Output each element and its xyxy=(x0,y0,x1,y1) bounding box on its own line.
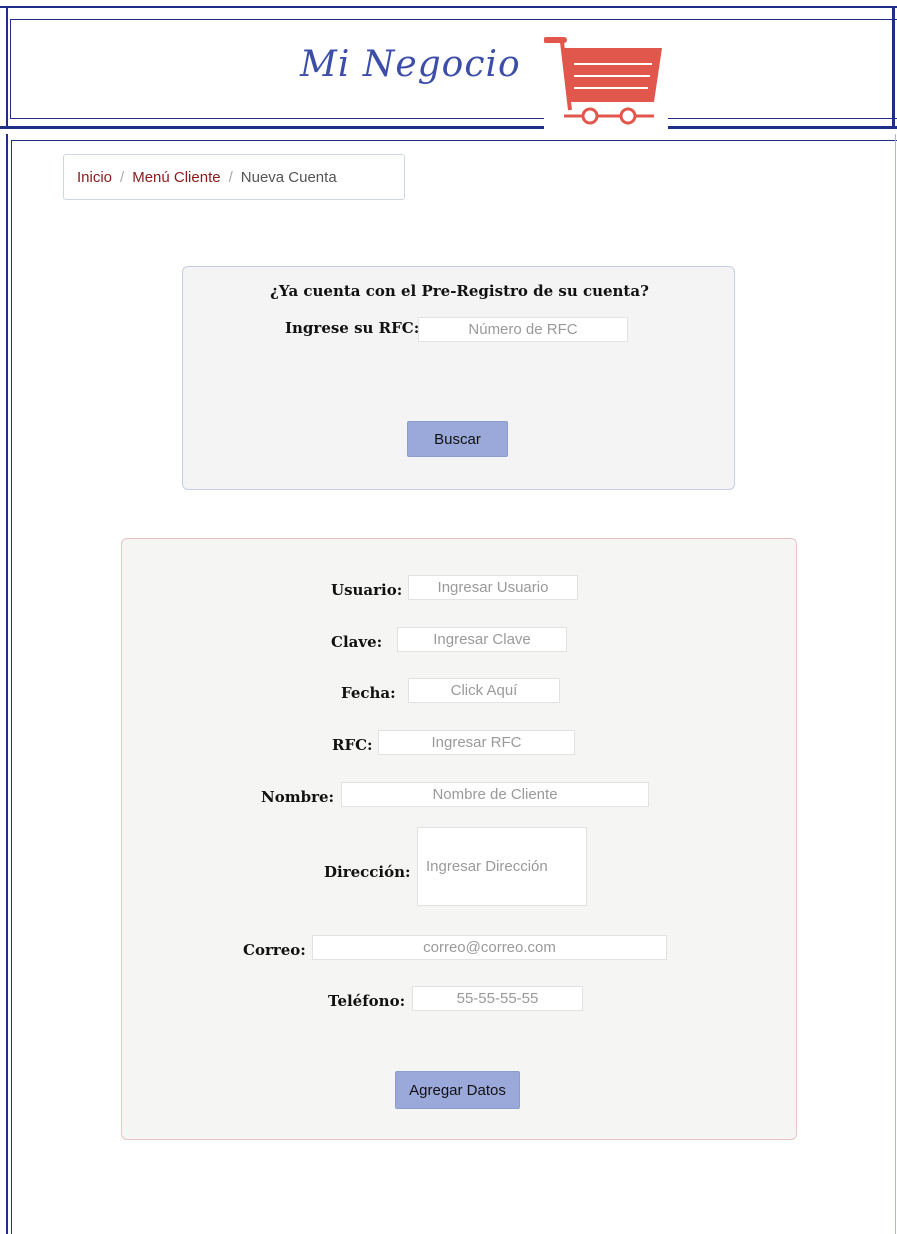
buscar-button[interactable]: Buscar xyxy=(407,421,508,457)
telefono-input[interactable] xyxy=(412,986,583,1011)
breadcrumb-link-menu-cliente[interactable]: Menú Cliente xyxy=(132,169,220,186)
breadcrumb-separator: / xyxy=(228,168,233,186)
direccion-textarea[interactable] xyxy=(417,827,587,906)
rfc-search-label: Ingrese su RFC: xyxy=(285,319,420,337)
nombre-label: Nombre: xyxy=(261,788,335,806)
fecha-input[interactable] xyxy=(408,678,560,703)
clave-label: Clave: xyxy=(331,633,383,651)
correo-label: Correo: xyxy=(243,941,306,959)
page-border-left-inner xyxy=(11,140,12,1234)
correo-input[interactable] xyxy=(312,935,667,960)
header-border-left xyxy=(6,6,8,129)
fecha-label: Fecha: xyxy=(341,684,396,702)
page-border-left xyxy=(6,134,8,1234)
pre-registro-panel: ¿Ya cuenta con el Pre-Registro de su cue… xyxy=(182,266,735,490)
page-border-top-inner xyxy=(11,140,897,141)
clave-input[interactable] xyxy=(397,627,567,652)
breadcrumb-current: Nueva Cuenta xyxy=(240,168,337,186)
rfc-label: RFC: xyxy=(332,736,373,754)
rfc-search-input[interactable] xyxy=(418,317,628,342)
usuario-label: Usuario: xyxy=(331,581,403,599)
header-border-left-inner xyxy=(10,19,11,119)
site-logo-text: Mi Negocio xyxy=(300,44,521,85)
shopping-cart-icon xyxy=(543,36,668,134)
header-border-bottom-inner xyxy=(10,118,897,119)
breadcrumb-separator: / xyxy=(120,168,125,186)
telefono-label: Teléfono: xyxy=(328,992,406,1010)
header-border-top xyxy=(0,6,897,8)
usuario-input[interactable] xyxy=(408,575,578,600)
breadcrumb-link-inicio[interactable]: Inicio xyxy=(77,169,112,186)
breadcrumb: Inicio / Menú Cliente / Nueva Cuenta xyxy=(63,154,405,200)
header-border-right xyxy=(892,6,895,129)
page-border-right xyxy=(895,134,896,1234)
nueva-cuenta-form: Usuario: Clave: Fecha: RFC: Nombre: Dire… xyxy=(121,538,797,1140)
nombre-input[interactable] xyxy=(341,782,649,807)
site-header: Mi Negocio xyxy=(0,0,897,134)
direccion-label: Dirección: xyxy=(324,863,411,881)
agregar-datos-button[interactable]: Agregar Datos xyxy=(395,1071,520,1109)
pre-registro-question: ¿Ya cuenta con el Pre-Registro de su cue… xyxy=(270,282,649,300)
header-border-top-inner xyxy=(10,19,897,20)
header-border-bottom xyxy=(0,126,897,129)
rfc-input[interactable] xyxy=(378,730,575,755)
